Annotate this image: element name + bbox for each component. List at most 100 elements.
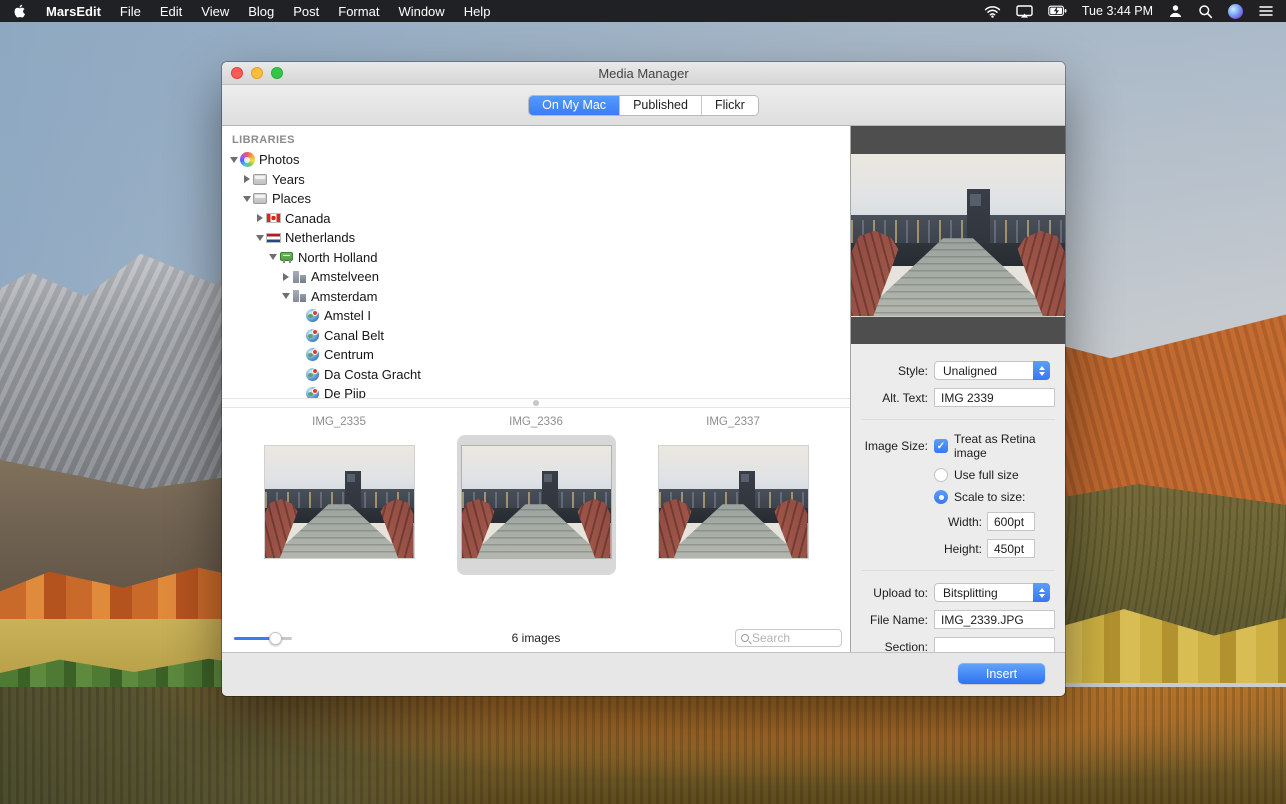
tab-published[interactable]: Published [620,96,702,115]
minimize-button[interactable] [251,67,263,79]
thumbnail-img-2337[interactable]: IMG_2337 [653,416,813,624]
menu-bar: MarsEdit File Edit View Blog Post Format… [0,0,1286,22]
photos-app-icon [239,152,255,167]
image-size-label: Image Size: [851,439,928,453]
window-title: Media Manager [598,66,688,81]
title-bar[interactable]: Media Manager [222,62,1065,85]
scale-to-size-label: Scale to size: [954,490,1025,504]
style-popup[interactable]: Unaligned [934,361,1050,380]
splitter-handle-icon [533,400,539,406]
album-folder-icon [252,172,268,187]
tree-item-photos[interactable]: Photos [222,150,850,170]
library-pane: LIBRARIES Photos Years Places [222,126,850,652]
spotlight-search-icon[interactable] [1198,4,1213,19]
image-preview [851,126,1065,344]
tree-item-de-pijp[interactable]: De Pijp [222,384,850,398]
retina-option-label: Treat as Retina image [954,432,1055,460]
tree-item-north-holland[interactable]: North Holland [222,248,850,268]
upload-destination-popup[interactable]: Bitsplitting [934,583,1050,602]
globe-pin-icon [304,308,320,323]
tree-item-amsterdam[interactable]: Amsterdam [222,287,850,307]
road-sign-icon [278,250,294,265]
pane-splitter[interactable] [222,398,850,408]
inspector-pane: Style: Unaligned Alt. Text: Image Size: … [850,126,1065,652]
tree-item-amstel-i[interactable]: Amstel I [222,306,850,326]
height-label: Height: [851,542,982,556]
bridge-photo[interactable] [462,446,611,558]
disclosure-triangle[interactable] [241,196,252,202]
tree-item-places[interactable]: Places [222,189,850,209]
alt-text-field[interactable] [934,388,1055,407]
disclosure-triangle[interactable] [228,157,239,163]
menu-format[interactable]: Format [338,4,379,19]
wallpaper-lake [0,687,1286,804]
thumbnail-img-2335[interactable]: IMG_2335 [259,416,419,624]
popup-stepper-icon [1033,583,1050,602]
use-full-size-radio[interactable] [934,468,948,482]
menu-blog[interactable]: Blog [248,4,274,19]
selection-highlight [457,435,616,575]
image-count: 6 images [222,631,850,645]
disclosure-triangle[interactable] [280,293,291,299]
tree-item-years[interactable]: Years [222,170,850,190]
notification-center-icon[interactable] [1258,4,1274,18]
width-label: Width: [851,515,982,529]
close-button[interactable] [231,67,243,79]
menu-edit[interactable]: Edit [160,4,182,19]
bridge-photo[interactable] [265,446,414,558]
menu-view[interactable]: View [201,4,229,19]
tree-item-canada[interactable]: Canada [222,209,850,229]
city-icon [291,269,307,284]
scale-to-size-radio[interactable] [934,490,948,504]
disclosure-triangle[interactable] [254,235,265,241]
siri-icon[interactable] [1228,4,1243,19]
disclosure-triangle[interactable] [241,175,252,183]
thumbnail-grid: IMG_2335 IMG_2336 [222,408,850,624]
globe-pin-icon [304,386,320,398]
use-full-size-label: Use full size [954,468,1019,482]
retina-checkbox[interactable]: ✓ [934,439,948,453]
bridge-photo[interactable] [659,446,808,558]
zoom-button[interactable] [271,67,283,79]
battery-charging-icon[interactable] [1048,5,1067,17]
tree-item-da-costa-gracht[interactable]: Da Costa Gracht [222,365,850,385]
style-label: Style: [851,364,928,378]
thumbnail-img-2336-selected[interactable]: IMG_2336 [456,416,616,624]
menu-window[interactable]: Window [398,4,444,19]
app-menu-marsedit[interactable]: MarsEdit [46,4,101,19]
menu-file[interactable]: File [120,4,141,19]
canada-flag-icon [265,211,281,226]
display-mirroring-icon[interactable] [1016,5,1033,18]
tab-toolbar: On My Mac Published Flickr [222,85,1065,126]
tab-flickr[interactable]: Flickr [702,96,758,115]
tab-on-my-mac[interactable]: On My Mac [529,96,620,115]
album-folder-icon [252,191,268,206]
tree-item-canal-belt[interactable]: Canal Belt [222,326,850,346]
menu-post[interactable]: Post [293,4,319,19]
file-name-field[interactable] [934,610,1055,629]
tree-item-amstelveen[interactable]: Amstelveen [222,267,850,287]
search-icon [741,634,749,642]
insert-button[interactable]: Insert [958,663,1045,684]
disclosure-triangle[interactable] [254,214,265,222]
apple-menu-icon[interactable] [12,3,27,19]
file-name-label: File Name: [851,613,928,627]
user-icon[interactable] [1168,4,1183,18]
tree-item-netherlands[interactable]: Netherlands [222,228,850,248]
globe-pin-icon [304,347,320,362]
separator [861,570,1055,571]
menu-help[interactable]: Help [464,4,491,19]
popup-stepper-icon [1033,361,1050,380]
height-field[interactable] [987,539,1035,558]
libraries-header: LIBRARIES [222,132,850,150]
menu-bar-clock[interactable]: Tue 3:44 PM [1082,4,1153,18]
disclosure-triangle[interactable] [267,254,278,260]
tree-item-centrum[interactable]: Centrum [222,345,850,365]
width-field[interactable] [987,512,1035,531]
bridge-photo-preview [851,154,1065,317]
wifi-icon[interactable] [984,5,1001,18]
window-footer: Insert [222,652,1065,696]
disclosure-triangle[interactable] [280,273,291,281]
alt-text-label: Alt. Text: [851,391,928,405]
browser-status-bar: 6 images [222,624,850,652]
